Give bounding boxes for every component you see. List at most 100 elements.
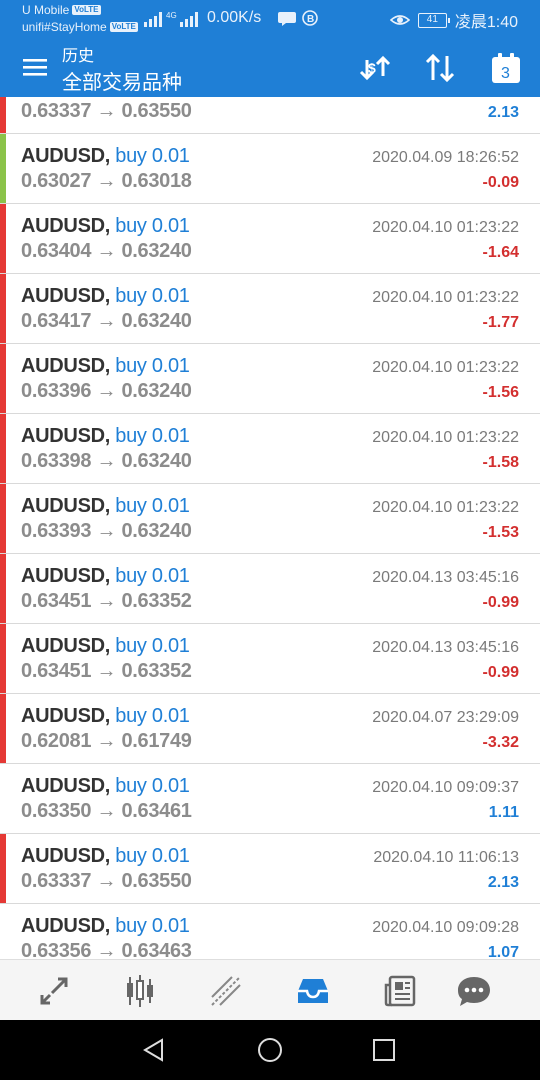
- hamburger-icon: [23, 59, 47, 76]
- trade-marker: [0, 694, 6, 763]
- signal-icon: 4G: [144, 9, 202, 34]
- app-bar: 历史 全部交易品种 $ 3: [0, 38, 540, 97]
- trade-side-volume: buy 0.01: [115, 775, 190, 797]
- news-icon: [384, 975, 416, 1007]
- open-price: 0.63350: [21, 800, 92, 822]
- trade-symbol-line: AUDUSD, buy 0.01: [21, 285, 190, 307]
- calendar-day: 3: [501, 65, 510, 82]
- trade-prices: 0.63356 → 0.63463: [21, 940, 192, 959]
- trade-symbol: AUDUSD: [21, 425, 105, 447]
- calendar-period-button[interactable]: 3: [486, 48, 526, 88]
- trade-time: 2020.04.10 01:23:22: [372, 219, 519, 236]
- trade-symbol: AUDUSD: [21, 635, 105, 657]
- tab-quotes[interactable]: [32, 969, 76, 1013]
- trade-row[interactable]: AUDUSD, buy 0.01 0.63027 → 0.63018 2020.04…: [0, 134, 540, 204]
- page-subtitle: 历史: [62, 48, 95, 65]
- trade-prices: 0.63417 → 0.63240: [21, 310, 192, 333]
- trade-symbol: AUDUSD: [21, 215, 105, 237]
- tab-chat[interactable]: [452, 969, 496, 1013]
- recents-button[interactable]: [368, 1034, 400, 1066]
- status-right: 41 凌晨1:40: [389, 8, 518, 32]
- sort-button[interactable]: [420, 48, 460, 88]
- trade-row[interactable]: AUDUSD, buy 0.01 0.63337 → 0.63550 2020.04…: [0, 834, 540, 904]
- home-button[interactable]: [254, 1034, 286, 1066]
- trade-row[interactable]: AUDUSD, buy 0.01 0.63350 → 0.63461 2020.04…: [0, 764, 540, 834]
- close-price: 0.63240: [121, 520, 192, 542]
- trade-profit: -0.99: [482, 594, 519, 611]
- trade-row[interactable]: AUDUSD, buy 0.01 0.63417 → 0.63240 2020.04…: [0, 274, 540, 344]
- back-icon: [143, 1038, 163, 1062]
- arrow-right-icon: →: [96, 940, 117, 959]
- arrow-right-icon: →: [96, 870, 117, 892]
- open-price: 0.63396: [21, 380, 92, 402]
- trade-prices: 0.63027 → 0.63018: [21, 170, 192, 193]
- trade-profit: -1.53: [482, 524, 519, 541]
- open-price: 0.63404: [21, 240, 92, 262]
- arrow-right-icon: →: [96, 730, 117, 752]
- trade-row[interactable]: AUDUSD, buy 0.01 0.63398 → 0.63240 2020.04…: [0, 414, 540, 484]
- tab-chart[interactable]: [118, 969, 162, 1013]
- trade-symbol-line: AUDUSD, buy 0.01: [21, 775, 190, 797]
- trade-symbol: AUDUSD: [21, 775, 105, 797]
- volte-badge: VoLTE: [72, 5, 101, 15]
- trade-row[interactable]: AUDUSD, buy 0.01 0.63356 → 0.63463 2020.04…: [0, 904, 540, 959]
- trade-symbol-line: AUDUSD, buy 0.01: [21, 425, 190, 447]
- open-price: 0.63337: [21, 100, 92, 122]
- trade-row[interactable]: AUDUSD, buy 0.01 0.63451 → 0.63352 2020.04…: [0, 554, 540, 624]
- trade-symbol-line: AUDUSD, buy 0.01: [21, 705, 190, 727]
- trade-history-list[interactable]: AUDUSD, buy 0.010.63337 → 0.635502.13AUD…: [0, 97, 540, 959]
- close-price: 0.63463: [121, 940, 192, 959]
- trade-marker: [0, 834, 6, 903]
- trade-prices: 0.63451 → 0.63352: [21, 590, 192, 613]
- trade-side-volume: buy 0.01: [115, 845, 190, 867]
- menu-button[interactable]: [20, 52, 50, 82]
- open-price: 0.63356: [21, 940, 92, 959]
- trade-prices: 0.63404 → 0.63240: [21, 240, 192, 263]
- trade-row[interactable]: AUDUSD, buy 0.01 0.63404 → 0.63240 2020.04…: [0, 204, 540, 274]
- symbol-filter-button[interactable]: $: [355, 48, 395, 88]
- trade-time: 2020.04.13 03:45:16: [372, 639, 519, 656]
- open-price: 0.63398: [21, 450, 92, 472]
- arrow-right-icon: →: [96, 170, 117, 192]
- trade-profit: -3.32: [482, 734, 519, 751]
- close-price: 0.63461: [121, 800, 192, 822]
- trade-time: 2020.04.10 01:23:22: [372, 289, 519, 306]
- trade-time: 2020.04.09 18:26:52: [372, 149, 519, 166]
- trade-time: 2020.04.10 01:23:22: [372, 429, 519, 446]
- trade-profit: -1.64: [482, 244, 519, 261]
- close-price: 0.63240: [121, 310, 192, 332]
- trade-prices: 0.63350 → 0.63461: [21, 800, 192, 823]
- tab-news[interactable]: [378, 969, 422, 1013]
- trade-row[interactable]: AUDUSD, buy 0.01 0.62081 → 0.61749 2020.04…: [0, 694, 540, 764]
- trade-side-volume: buy 0.01: [115, 565, 190, 587]
- clock: 凌晨1:40: [454, 14, 518, 31]
- trade-row[interactable]: AUDUSD, buy 0.01 0.63393 → 0.63240 2020.04…: [0, 484, 540, 554]
- trade-row[interactable]: AUDUSD, buy 0.01 0.63337 → 0.63550 2.13: [0, 97, 540, 134]
- trade-symbol-line: AUDUSD, buy 0.01: [21, 215, 190, 237]
- open-price: 0.63337: [21, 870, 92, 892]
- trade-prices: 0.63337 → 0.63550: [21, 870, 192, 893]
- trade-symbol-line: AUDUSD, buy 0.01: [21, 145, 190, 167]
- close-price: 0.63352: [121, 590, 192, 612]
- close-price: 0.63352: [121, 660, 192, 682]
- trade-side-volume: buy 0.01: [115, 705, 190, 727]
- b-app-icon: B: [302, 10, 318, 26]
- trade-row[interactable]: AUDUSD, buy 0.01 0.63451 → 0.63352 2020.04…: [0, 624, 540, 694]
- tab-trade[interactable]: [204, 969, 248, 1013]
- trade-profit: 1.11: [488, 804, 519, 821]
- trade-side-volume: buy 0.01: [115, 915, 190, 937]
- page-title[interactable]: 全部交易品种: [62, 66, 182, 95]
- eye-comfort-icon: [389, 15, 410, 25]
- volte-badge-2: VoLTE: [109, 22, 138, 32]
- trade-marker: [0, 134, 6, 203]
- close-price: 0.63550: [121, 870, 192, 892]
- trade-row[interactable]: AUDUSD, buy 0.01 0.63396 → 0.63240 2020.04…: [0, 344, 540, 414]
- arrow-right-icon: →: [96, 450, 117, 472]
- carrier-primary: U Mobile VoLTE: [22, 3, 101, 17]
- tab-history[interactable]: [291, 969, 335, 1013]
- trade-prices: 0.63451 → 0.63352: [21, 660, 192, 683]
- trade-symbol: AUDUSD: [21, 285, 105, 307]
- back-button[interactable]: [138, 1034, 170, 1066]
- close-price: 0.63240: [121, 240, 192, 262]
- bottom-tab-bar: [0, 959, 540, 1020]
